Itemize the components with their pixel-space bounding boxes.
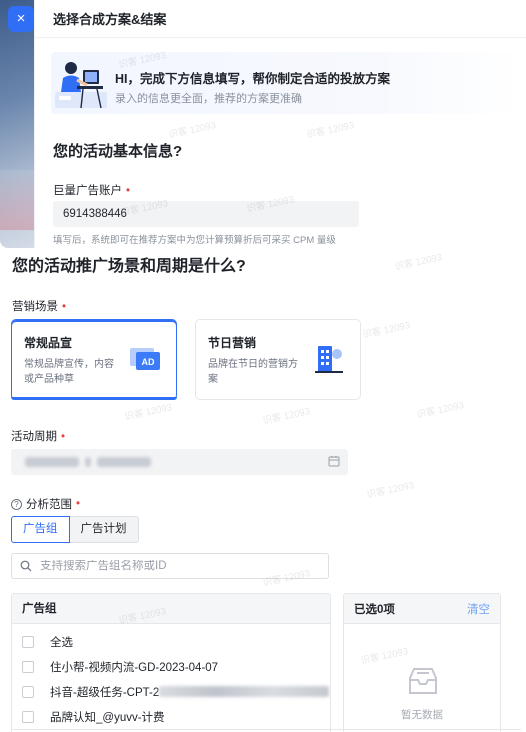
- watermark: 识客 12093: [415, 400, 465, 421]
- list-header: 广告组: [12, 594, 330, 624]
- empty-text: 暂无数据: [401, 709, 443, 721]
- checkbox[interactable]: [22, 635, 34, 648]
- range-label: ? 分析范围 •: [11, 496, 80, 512]
- select-all-label: 全选: [50, 636, 73, 649]
- scene-section-heading: 您的活动推广场景和周期是什么?: [12, 258, 246, 275]
- account-hint: 填写后，系统即可在推荐方案中为您计算预算折后可采买 CPM 量级: [53, 235, 336, 246]
- question-icon[interactable]: ?: [11, 498, 22, 510]
- selected-panel: 已选0项 清空 暂无数据: [343, 593, 501, 732]
- account-label: 巨量广告账户 •: [53, 185, 131, 197]
- drawer-title: 选择合成方案&结案: [53, 12, 167, 27]
- watermark: 识客 12093: [123, 402, 173, 423]
- search-box: [11, 553, 329, 579]
- list-item-label: 抖音-超级任务-CPT-2: [50, 686, 160, 699]
- start-date-redacted: [25, 457, 79, 467]
- checkbox[interactable]: [22, 710, 34, 723]
- date-separator: [85, 457, 91, 467]
- divider: [11, 729, 521, 730]
- tab-ad-plan[interactable]: 广告计划: [69, 516, 139, 543]
- list-item[interactable]: 品牌认知_@yuvv-计费: [12, 704, 330, 729]
- person-at-desk-illustration: [55, 62, 107, 109]
- watermark: 识客 12093: [361, 320, 411, 341]
- basic-info-heading: 您的活动基本信息?: [53, 143, 183, 160]
- card-title: 节日营销: [208, 336, 257, 350]
- required-mark: •: [76, 498, 81, 510]
- required-mark: •: [62, 301, 67, 313]
- empty-inbox-icon: [409, 668, 437, 694]
- ad-icon: AD: [130, 348, 160, 370]
- banner-title: HI，完成下方信息填写，帮你制定合适的投放方案: [115, 72, 391, 86]
- watermark: 识客 12093: [261, 406, 311, 427]
- tab-ad-group[interactable]: 广告组: [11, 516, 70, 543]
- banner-subtitle: 录入的信息更全面，推荐的方案更准确: [115, 93, 302, 105]
- required-mark: •: [61, 431, 66, 443]
- scene-card-festival[interactable]: 节日营销 品牌在节日的营销方案: [195, 319, 361, 400]
- drawer-header: 选择合成方案&结案: [35, 0, 526, 38]
- building-icon: [315, 346, 343, 373]
- redacted-text: [159, 686, 330, 697]
- scene-card-regular[interactable]: 常规品宣 常规品牌宣传，内容或产品种草 AD: [11, 319, 177, 400]
- search-icon: [20, 560, 32, 572]
- card-desc: 品牌在节日的营销方案: [208, 359, 298, 385]
- info-banner: HI，完成下方信息填写，帮你制定合适的投放方案 录入的信息更全面，推荐的方案更准…: [51, 52, 521, 114]
- ad-group-list: 广告组 全选 住小帮-视频内流-GD-2023-04-07 抖音-超级任务-CP…: [11, 593, 331, 732]
- account-field[interactable]: 6914388446: [53, 201, 359, 227]
- period-label: 活动周期 •: [11, 431, 66, 443]
- card-title: 常规品宣: [24, 336, 73, 350]
- end-date-redacted: [97, 457, 151, 467]
- scene-label: 营销场景 •: [12, 301, 67, 313]
- selected-count: 已选0项: [354, 603, 395, 616]
- checkbox[interactable]: [22, 660, 34, 673]
- watermark: 识客 12093: [365, 480, 415, 501]
- card-desc: 常规品牌宣传，内容或产品种草: [24, 359, 114, 385]
- required-mark: •: [126, 185, 131, 197]
- close-button[interactable]: ×: [8, 6, 34, 32]
- calendar-icon: [328, 456, 340, 467]
- list-item-label: 品牌认知_@yuvv-计费: [50, 711, 165, 724]
- selected-header: 已选0项 清空: [344, 594, 500, 624]
- list-item[interactable]: 抖音-超级任务-CPT-2: [12, 679, 330, 704]
- select-all-row[interactable]: 全选: [12, 629, 330, 654]
- list-item[interactable]: 住小帮-视频内流-GD-2023-04-07: [12, 654, 330, 679]
- date-range-picker[interactable]: [11, 449, 348, 475]
- svg-text:AD: AD: [142, 357, 155, 367]
- search-input[interactable]: [40, 560, 310, 572]
- drawer-panel: 选择合成方案&结案 HI，完成下方信息填写，帮你制定合适的投放方案 录入的信息更…: [34, 0, 526, 248]
- watermark: 识客 12093: [393, 252, 443, 273]
- list-item-label: 住小帮-视频内流-GD-2023-04-07: [50, 661, 219, 674]
- checkbox[interactable]: [22, 685, 34, 698]
- range-tabs: 广告组 广告计划: [11, 516, 139, 543]
- clear-button[interactable]: 清空: [467, 601, 490, 617]
